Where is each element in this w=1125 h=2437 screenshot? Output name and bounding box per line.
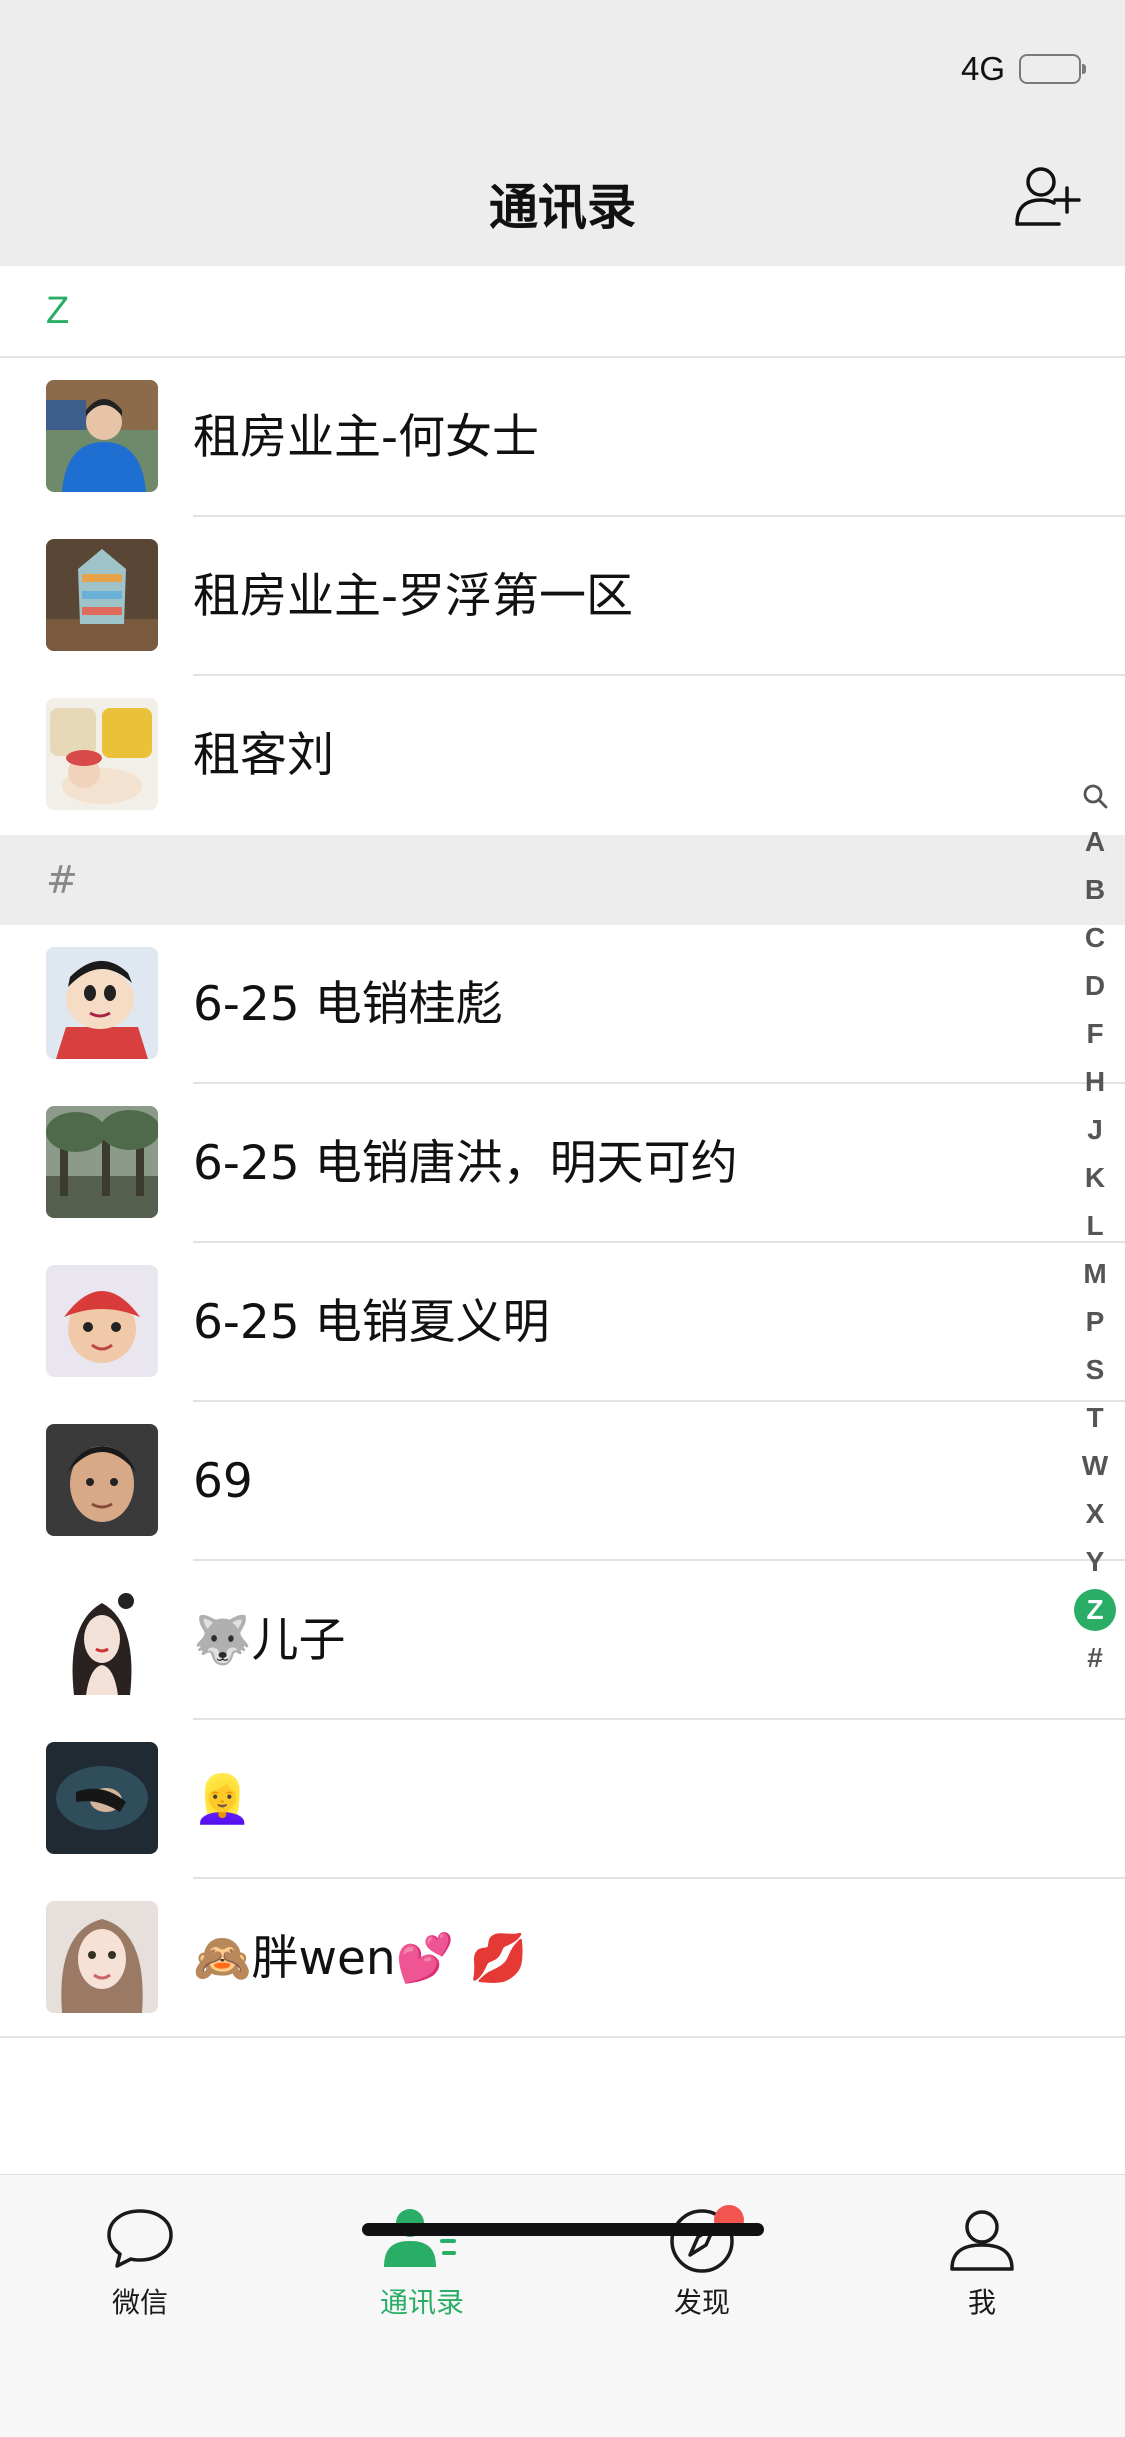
tab-label: 通讯录 xyxy=(379,2286,464,2319)
index-letter-label: J xyxy=(1087,1114,1103,1145)
index-letter-label: H xyxy=(1084,1066,1106,1097)
navigation-header: 4G 通讯录 xyxy=(0,0,1125,266)
avatar xyxy=(46,538,158,651)
contact-row[interactable]: 6-25 电销唐洪，明天可约 xyxy=(0,1083,1125,1243)
add-person-icon xyxy=(1015,167,1081,226)
contact-row[interactable]: 租客刘 xyxy=(0,675,1125,835)
index-letter[interactable]: W xyxy=(1065,1442,1125,1490)
tab-me[interactable]: 我 xyxy=(912,2205,1052,2325)
contact-row[interactable]: 🙈胖wen💕 💋 xyxy=(0,1878,1125,2038)
add-friend-button[interactable] xyxy=(1011,160,1087,236)
index-letter[interactable]: Z xyxy=(1065,1586,1125,1634)
index-letter-label: A xyxy=(1084,826,1106,857)
divider xyxy=(0,2036,1125,2038)
index-letter[interactable]: S xyxy=(1065,1346,1125,1394)
contact-row[interactable]: 👱‍♀️ xyxy=(0,1719,1125,1879)
avatar xyxy=(46,1900,158,2013)
avatar xyxy=(46,1741,158,1854)
contact-name: 🐺儿子 xyxy=(193,1612,346,1668)
avatar xyxy=(46,1423,158,1536)
divider xyxy=(0,833,1125,835)
contact-row[interactable]: 6-25 电销夏义明 xyxy=(0,1242,1125,1402)
index-letter[interactable]: K xyxy=(1065,1154,1125,1202)
tab-label: 我 xyxy=(967,2286,996,2319)
network-indicator: 4G xyxy=(960,50,1005,87)
index-letter-label: C xyxy=(1084,922,1106,953)
index-letter-label: X xyxy=(1085,1498,1105,1529)
avatar xyxy=(46,1264,158,1377)
contact-name: 租房业主-罗浮第一区 xyxy=(193,568,633,624)
contact-name: 租房业主-何女士 xyxy=(193,409,539,465)
index-letter[interactable]: B xyxy=(1065,866,1125,914)
section-header-z: Z xyxy=(0,266,1125,356)
status-bar: 4G xyxy=(960,48,1086,90)
index-letter-label: M xyxy=(1083,1258,1107,1289)
contact-name: 🙈胖wen💕 💋 xyxy=(193,1930,528,1986)
avatar xyxy=(46,697,158,810)
contacts-icon xyxy=(384,2209,456,2267)
index-letter[interactable]: D xyxy=(1065,962,1125,1010)
contact-name: 租客刘 xyxy=(193,727,334,783)
avatar xyxy=(46,379,158,492)
index-letter[interactable]: H xyxy=(1065,1058,1125,1106)
index-letter-label: Y xyxy=(1085,1546,1105,1577)
contact-name: 6-25 电销唐洪，明天可约 xyxy=(193,1135,738,1191)
alphabet-index-bar[interactable]: A B C D F H J K L M P S T W X Y Z # xyxy=(1065,770,1125,1682)
index-letter[interactable]: X xyxy=(1065,1490,1125,1538)
index-letter-label: T xyxy=(1086,1402,1104,1433)
index-letter-label: F xyxy=(1086,1018,1104,1049)
index-letter[interactable]: A xyxy=(1065,818,1125,866)
contact-row[interactable]: 6-25 电销桂彪 xyxy=(0,924,1125,1084)
index-letter-label: W xyxy=(1081,1450,1109,1481)
section-header-hash: # xyxy=(0,834,1125,925)
tab-chats[interactable]: 微信 xyxy=(70,2205,210,2325)
index-letter-label: D xyxy=(1084,970,1106,1001)
chat-bubble-icon xyxy=(107,2209,173,2268)
avatar xyxy=(46,1582,158,1695)
contact-name: 6-25 电销桂彪 xyxy=(193,976,503,1032)
person-icon xyxy=(950,2210,1014,2271)
index-letter-label: B xyxy=(1084,874,1106,905)
index-letter[interactable]: J xyxy=(1065,1106,1125,1154)
tab-label: 发现 xyxy=(673,2286,730,2319)
avatar xyxy=(46,1105,158,1218)
index-letter[interactable]: P xyxy=(1065,1298,1125,1346)
index-search-icon[interactable] xyxy=(1065,770,1125,818)
index-letter[interactable]: M xyxy=(1065,1250,1125,1298)
contact-row[interactable]: 租房业主-何女士 xyxy=(0,357,1125,517)
contact-name: 👱‍♀️ xyxy=(193,1771,252,1827)
index-letter-label: Z xyxy=(1074,1589,1116,1631)
contact-row[interactable]: 69 xyxy=(0,1401,1125,1561)
contact-name: 69 xyxy=(193,1453,253,1509)
index-letter[interactable]: T xyxy=(1065,1394,1125,1442)
page-title: 通讯录 xyxy=(488,179,636,236)
index-letter[interactable]: C xyxy=(1065,914,1125,962)
index-letter-label: K xyxy=(1084,1162,1106,1193)
index-letter-label: P xyxy=(1085,1306,1105,1337)
tab-label: 微信 xyxy=(111,2286,168,2319)
contact-row[interactable]: 租房业主-罗浮第一区 xyxy=(0,516,1125,676)
index-letter[interactable]: # xyxy=(1065,1634,1125,1682)
avatar xyxy=(46,946,158,1059)
index-letter[interactable]: F xyxy=(1065,1010,1125,1058)
index-letter-label: # xyxy=(1087,1642,1103,1673)
home-indicator[interactable] xyxy=(362,2223,764,2236)
index-letter[interactable]: Y xyxy=(1065,1538,1125,1586)
index-letter[interactable]: L xyxy=(1065,1202,1125,1250)
contact-row[interactable]: 🐺儿子 xyxy=(0,1560,1125,1720)
contact-list: Z 租房业主-何女士 租房业主-罗浮第一区 租客刘 # 6-25 电销桂彪 6-… xyxy=(0,266,1125,2038)
index-letter-label: L xyxy=(1086,1210,1104,1241)
contact-name: 6-25 电销夏义明 xyxy=(193,1294,550,1350)
index-letter-label: S xyxy=(1085,1354,1105,1385)
battery-icon xyxy=(1019,54,1086,84)
tab-bar: 微信 通讯录 发现 我 xyxy=(0,2174,1125,2437)
